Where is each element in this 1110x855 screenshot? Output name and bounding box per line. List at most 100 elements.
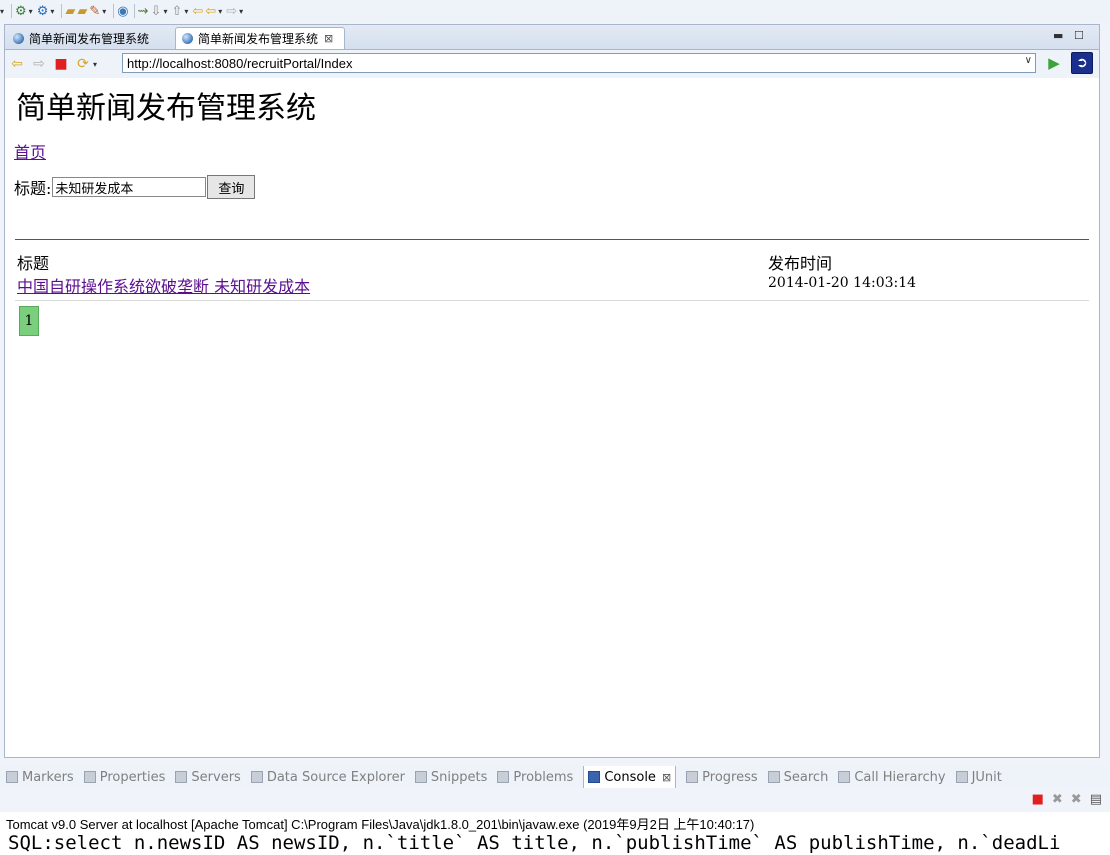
build-dropdown-icon[interactable]: ▾ bbox=[102, 7, 106, 16]
hierarchy-icon bbox=[838, 771, 851, 783]
home-link[interactable]: 首页 bbox=[14, 139, 46, 163]
console-icon bbox=[588, 771, 601, 783]
open-project-icon[interactable]: ▰ bbox=[77, 2, 87, 20]
tab-problems[interactable]: Problems bbox=[497, 770, 573, 785]
column-header-time: 发布时间 bbox=[768, 254, 833, 273]
forward-dropdown-icon[interactable]: ▾ bbox=[239, 7, 243, 16]
toolbar-overflow-icon[interactable]: ▾ bbox=[0, 7, 4, 16]
divider bbox=[15, 239, 1089, 240]
forward-icon[interactable]: ⇨ bbox=[226, 2, 237, 20]
stop-icon[interactable]: ■ bbox=[51, 54, 71, 74]
toolbar-separator bbox=[133, 4, 135, 18]
tab-properties[interactable]: Properties bbox=[83, 769, 166, 785]
tab-servers[interactable]: Servers bbox=[175, 769, 241, 785]
debug-dropdown-icon[interactable]: ▾ bbox=[50, 7, 54, 16]
go-icon[interactable]: ▶ bbox=[1045, 54, 1063, 72]
url-input[interactable]: http://localhost:8080/recruitPortal/Inde… bbox=[122, 53, 1036, 73]
remove-all-icon[interactable]: ✖ bbox=[1071, 792, 1082, 807]
console-toolbar: ■ ✖ ✖ ▤ bbox=[1032, 792, 1102, 807]
globe-icon bbox=[182, 33, 193, 44]
debug-icon[interactable]: ⚙ bbox=[37, 2, 49, 20]
tab-junit[interactable]: JUnit bbox=[955, 769, 1002, 785]
toolbar-separator bbox=[61, 4, 63, 18]
web-page: 简单新闻发布管理系统 首页 标题: 查询 标题 发布时间 中国自研操作系统欲破垄… bbox=[5, 79, 1099, 757]
close-icon[interactable]: ⊠ bbox=[324, 32, 333, 45]
servers-icon bbox=[175, 771, 188, 783]
tab-console[interactable]: Console ⊠ bbox=[583, 766, 677, 788]
console-log-line: SQL:select n.newsID AS newsID, n.`title`… bbox=[8, 832, 1061, 854]
editor-area: 简单新闻发布管理系统 简单新闻发布管理系统 ⊠ ▬ ☐ ⇦ ⇨ ■ ⟳ ▾ ht… bbox=[4, 24, 1100, 758]
terminate-icon[interactable]: ■ bbox=[1032, 792, 1044, 807]
tab-call-hierarchy[interactable]: Call Hierarchy bbox=[838, 769, 946, 785]
globe-icon bbox=[13, 32, 24, 44]
build-icon[interactable]: ✎ bbox=[89, 2, 100, 20]
toolbar-separator bbox=[11, 4, 13, 18]
snippets-icon bbox=[414, 771, 427, 783]
search-input[interactable] bbox=[52, 177, 207, 197]
bottom-panel-tabs: Markers Properties Servers Data Source E… bbox=[0, 766, 1110, 788]
problems-icon bbox=[497, 771, 510, 783]
news-title-link[interactable]: 中国自研操作系统欲破垄断 未知研发成本 bbox=[17, 273, 310, 297]
tab-search[interactable]: Search bbox=[767, 769, 829, 785]
forward-icon[interactable]: ⇨ bbox=[29, 54, 49, 74]
tab-label: Search bbox=[783, 769, 829, 785]
maximize-icon[interactable]: ☐ bbox=[1074, 29, 1084, 42]
chevron-down-icon[interactable]: ∨ bbox=[1025, 55, 1032, 66]
tab-data-source-explorer[interactable]: Data Source Explorer bbox=[250, 769, 405, 785]
search-icon[interactable]: ⇝ bbox=[138, 2, 149, 20]
last-edit-icon[interactable]: ⇦ bbox=[192, 2, 203, 20]
back-icon[interactable]: ⇦ bbox=[205, 2, 216, 20]
search-icon bbox=[767, 771, 780, 783]
tab-label: Servers bbox=[191, 769, 241, 785]
tab-markers[interactable]: Markers bbox=[6, 770, 74, 785]
next-annotation-icon[interactable]: ⇩ bbox=[151, 2, 162, 20]
prev-annotation-icon[interactable]: ⇧ bbox=[171, 2, 182, 20]
console-output[interactable]: Tomcat v9.0 Server at localhost [Apache … bbox=[0, 812, 1110, 855]
properties-icon bbox=[83, 771, 96, 783]
console-process-label: Tomcat v9.0 Server at localhost [Apache … bbox=[6, 817, 755, 832]
search-form: 标题: 查询 bbox=[14, 175, 256, 199]
progress-icon bbox=[686, 771, 699, 783]
back-dropdown-icon[interactable]: ▾ bbox=[218, 7, 222, 16]
refresh-dropdown-icon[interactable]: ▾ bbox=[93, 60, 97, 69]
prev-annotation-dropdown-icon[interactable]: ▾ bbox=[184, 7, 188, 16]
tab-snippets[interactable]: Snippets bbox=[414, 769, 488, 785]
open-folder-icon[interactable]: ▰ bbox=[65, 2, 75, 20]
browser-tab-label: 简单新闻发布管理系统 bbox=[198, 32, 319, 46]
browser-tab-1[interactable]: 简单新闻发布管理系统 bbox=[7, 27, 175, 49]
markers-icon bbox=[6, 771, 18, 783]
remove-launch-icon[interactable]: ✖ bbox=[1052, 792, 1063, 807]
tab-label: Data Source Explorer bbox=[266, 769, 405, 785]
browser-tab-label: 简单新闻发布管理系统 bbox=[29, 31, 150, 46]
editor-tabbar: 简单新闻发布管理系统 简单新闻发布管理系统 ⊠ ▬ ☐ bbox=[5, 25, 1099, 50]
close-icon[interactable]: ⊠ bbox=[662, 771, 671, 784]
browser-navbar: ⇦ ⇨ ■ ⟳ ▾ http://localhost:8080/recruitP… bbox=[5, 50, 1099, 78]
tab-label: Snippets bbox=[430, 769, 488, 785]
news-publish-time: 2014-01-20 14:03:14 bbox=[768, 275, 917, 291]
tab-label: JUnit bbox=[971, 769, 1002, 785]
refresh-icon[interactable]: ⟳ bbox=[73, 54, 93, 74]
tab-label: Markers bbox=[22, 769, 74, 785]
search-label: 标题: bbox=[14, 179, 52, 198]
junit-icon bbox=[955, 771, 968, 783]
tab-progress[interactable]: Progress bbox=[686, 769, 758, 785]
tab-label: Properties bbox=[99, 769, 166, 785]
next-annotation-dropdown-icon[interactable]: ▾ bbox=[163, 7, 167, 16]
page-title: 简单新闻发布管理系统 bbox=[16, 91, 316, 126]
external-browser-icon[interactable]: ➲ bbox=[1071, 52, 1093, 74]
back-icon[interactable]: ⇦ bbox=[7, 54, 27, 74]
run-dropdown-icon[interactable]: ▾ bbox=[29, 7, 33, 16]
browser-tab-2[interactable]: 简单新闻发布管理系统 ⊠ bbox=[175, 27, 345, 49]
tab-label: Call Hierarchy bbox=[854, 769, 946, 785]
database-icon bbox=[250, 771, 263, 783]
tab-label: Console bbox=[604, 769, 656, 785]
clear-console-icon[interactable]: ▤ bbox=[1090, 792, 1102, 807]
tab-label: Problems bbox=[513, 769, 574, 785]
search-button[interactable]: 查询 bbox=[207, 175, 256, 199]
column-header-title: 标题 bbox=[17, 254, 50, 273]
pagination-page-1[interactable]: 1 bbox=[19, 306, 39, 336]
tab-label: Progress bbox=[702, 769, 758, 785]
globe-icon[interactable]: ◉ bbox=[117, 2, 128, 20]
minimize-icon[interactable]: ▬ bbox=[1053, 29, 1063, 42]
run-icon[interactable]: ⚙ bbox=[15, 2, 27, 20]
